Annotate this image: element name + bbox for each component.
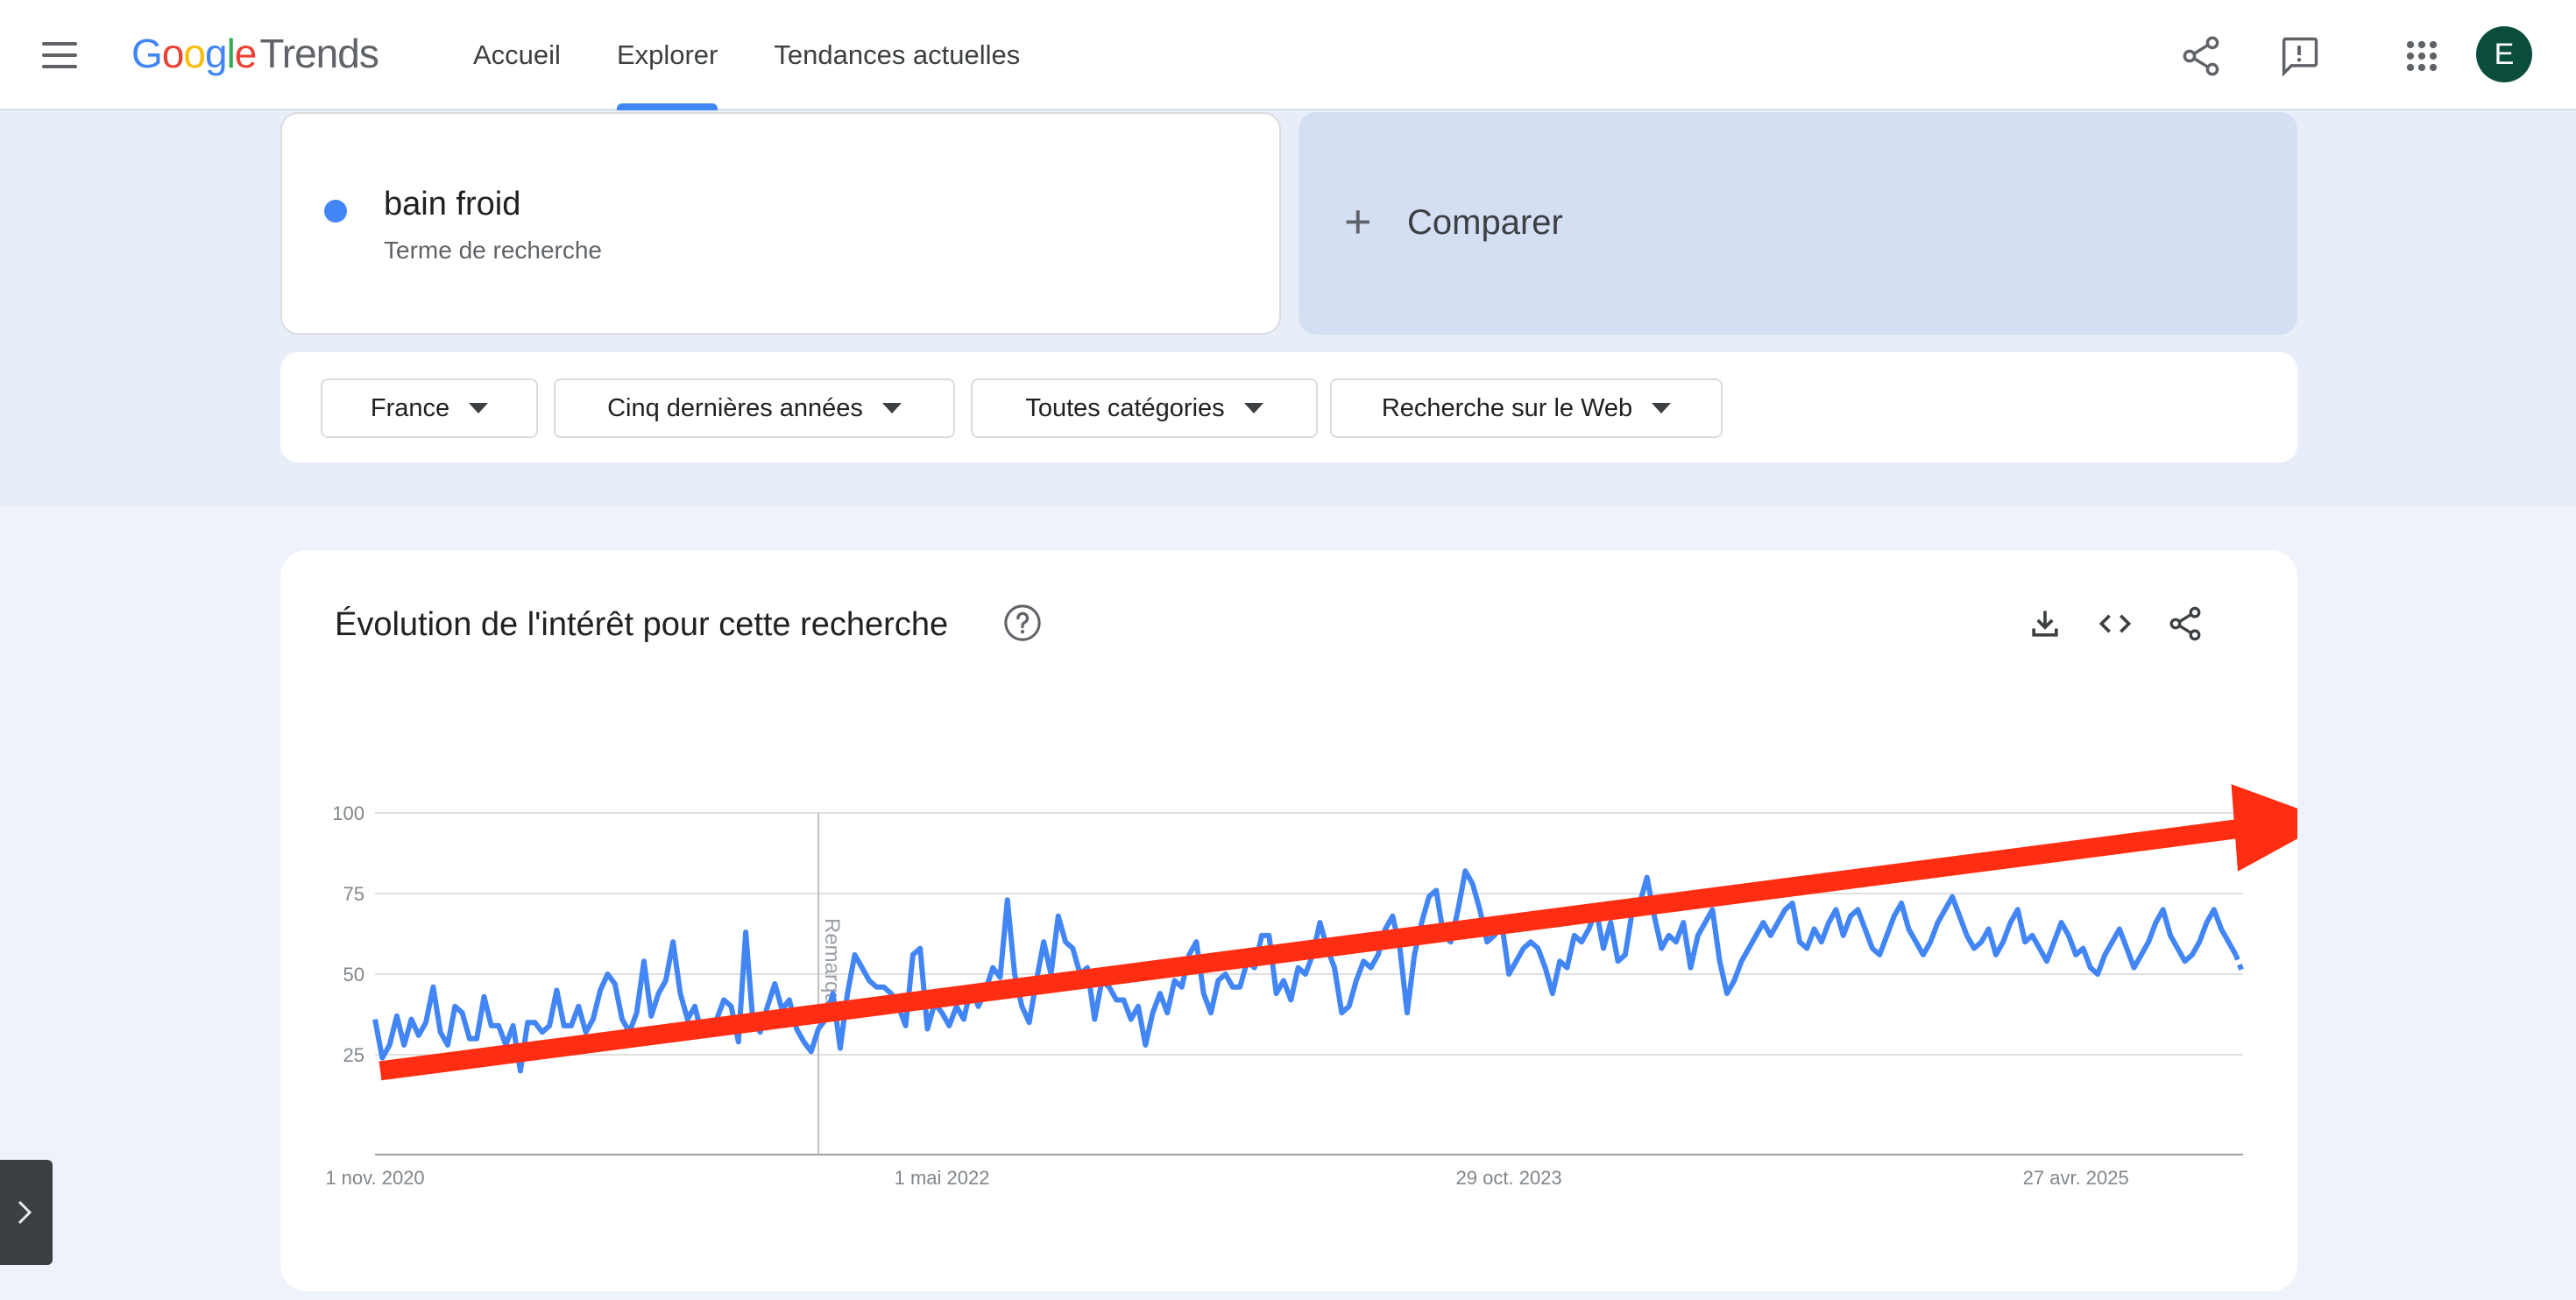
y-tick-label: 100 [332, 802, 364, 824]
period-filter-label: Cinq dernières années [607, 393, 863, 422]
chevron-right-icon [18, 1200, 32, 1225]
share-icon[interactable] [2178, 33, 2224, 79]
logo-letter: G [131, 31, 163, 76]
series-line-partial [2233, 953, 2246, 976]
chevron-down-icon [1652, 403, 1672, 413]
google-trends-logo[interactable]: GoogleTrends [131, 30, 379, 77]
period-filter[interactable]: Cinq dernières années [554, 378, 955, 438]
logo-letter: l [226, 31, 236, 76]
trend-arrow-head [2231, 784, 2297, 872]
search-term-card[interactable]: bain froid Terme de recherche [280, 112, 1281, 335]
nav-item[interactable]: Accueil [473, 0, 561, 110]
search-term[interactable]: bain froid [384, 186, 520, 223]
side-panel-toggle[interactable] [0, 1160, 53, 1265]
x-tick-label: 1 nov. 2020 [325, 1167, 424, 1189]
region-filter-label: France [370, 393, 450, 422]
apps-grid-icon[interactable] [2399, 33, 2445, 79]
search-term-type: Terme de recherche [384, 237, 603, 264]
menu-icon[interactable] [42, 42, 77, 68]
interest-over-time-card: Évolution de l'intérêt pour cette recher… [280, 550, 2297, 1291]
term-color-dot [324, 200, 347, 223]
top-bar: GoogleTrends Accueil Explorer Tendances ac… [0, 0, 2576, 110]
source-filter[interactable]: Recherche sur le Web [1330, 378, 1723, 438]
chevron-down-icon [1243, 403, 1263, 413]
logo-letter: o [161, 31, 185, 76]
chevron-down-icon [469, 403, 489, 413]
compare-button[interactable]: + Comparer [1299, 112, 2297, 335]
chevron-down-icon [881, 403, 902, 413]
interest-line-chart: 25 50 75 100 1 nov. 2020 1 mai 2022 29 oct. 20… [325, 784, 2297, 1189]
avatar[interactable]: E [2476, 26, 2532, 82]
nav-item[interactable]: Explorer [616, 0, 718, 110]
logo-trends-text: Trends [259, 31, 379, 76]
filter-bar: France Cinq dernières années Toutes caté… [280, 352, 2297, 463]
x-tick-label: 27 avr. 2025 [2023, 1167, 2129, 1189]
logo-letter: o [183, 31, 206, 76]
category-filter-label: Toutes catégories [1025, 393, 1225, 422]
region-filter[interactable]: France [321, 378, 538, 438]
category-filter[interactable]: Toutes catégories [971, 378, 1318, 438]
y-tick-label: 75 [343, 883, 364, 905]
x-tick-label: 29 oct. 2023 [1456, 1167, 1562, 1189]
logo-letter: g [204, 31, 228, 76]
source-filter-label: Recherche sur le Web [1381, 393, 1633, 422]
compare-label: Comparer [1407, 203, 1563, 242]
logo-letter: e [234, 31, 258, 76]
feedback-icon[interactable] [2276, 33, 2322, 79]
trend-arrow-shaft [379, 816, 2262, 1081]
y-tick-label: 25 [343, 1044, 364, 1066]
main-nav: Accueil Explorer Tendances actuelles [473, 0, 1076, 110]
nav-item[interactable]: Tendances actuelles [774, 0, 1020, 110]
y-tick-label: 50 [343, 964, 364, 986]
plus-icon: + [1344, 195, 1372, 248]
x-tick-label: 1 mai 2022 [895, 1167, 990, 1189]
